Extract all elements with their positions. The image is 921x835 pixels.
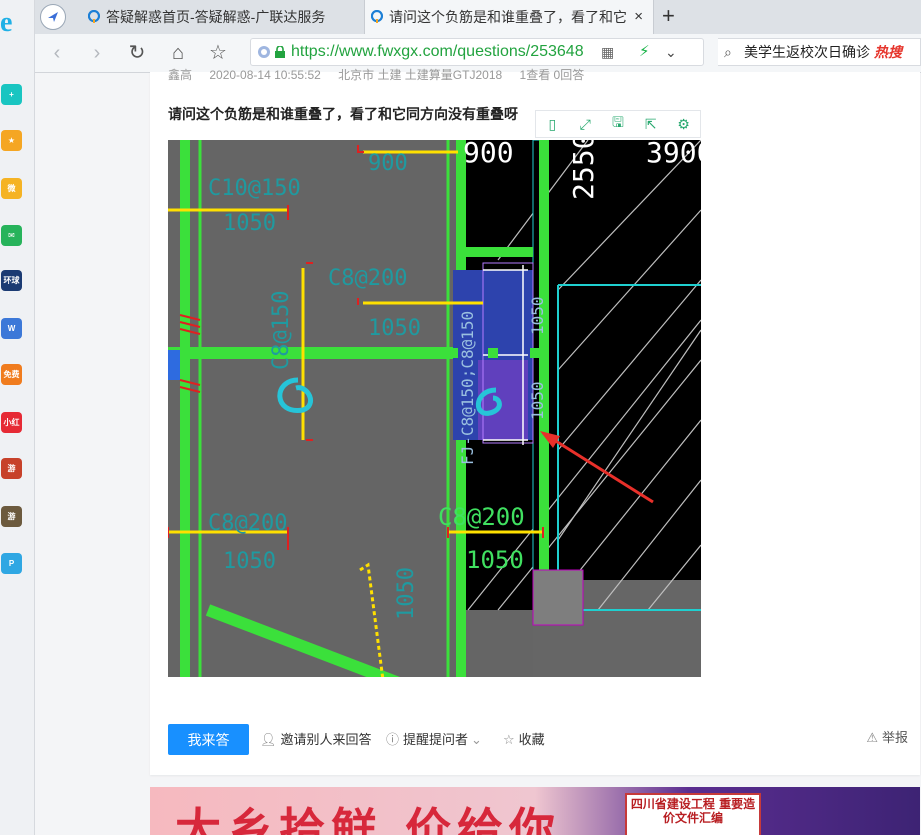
free-novel-icon[interactable]: 免费小说 xyxy=(1,364,22,385)
tab-question[interactable]: 请问这个负筋是和谁重叠了，看了和它同方向没有重叠呀 × xyxy=(364,0,654,34)
url-text: https://www.fwxgx.com/questions/253648 xyxy=(291,43,584,60)
p-app-icon[interactable]: P xyxy=(1,553,22,574)
health-app-icon[interactable]: + xyxy=(1,84,22,105)
home-icon[interactable]: ⌂ xyxy=(165,40,191,66)
share-icon[interactable]: ⇱ xyxy=(634,111,667,137)
search-suggestion: 美学生返校次日确诊 xyxy=(744,44,870,60)
new-tab-button[interactable]: + xyxy=(662,0,675,34)
banner-text: 大乡拾鲜 价给你 xyxy=(175,803,562,835)
cad-label: C8@200 xyxy=(438,503,525,531)
cad-label: 1050 xyxy=(223,549,276,574)
collect-link[interactable]: ☆ 收藏 xyxy=(503,724,545,756)
promo-banner[interactable]: 大乡拾鲜 价给你 四川省建设工程 重要造价文件汇编 xyxy=(150,787,920,835)
report-link[interactable]: ⚠ 举报 xyxy=(866,722,908,754)
chevron-down-icon: ⌄ xyxy=(471,732,482,747)
view-original-icon[interactable]: ▯ xyxy=(536,111,569,137)
search-icon: ⌕ xyxy=(724,44,732,60)
cad-label: C10@150 xyxy=(208,176,301,201)
tab-title: 答疑解惑首页-答疑解惑-广联达服务 xyxy=(106,9,326,25)
question-meta: 鑫高 2020-08-14 10:55:52 北京市 土建 土建算量GTJ201… xyxy=(168,66,598,83)
docs-icon[interactable]: W xyxy=(1,318,22,339)
cad-label: 1050 xyxy=(528,381,547,420)
tab-bar: 答疑解惑首页-答疑解惑-广联达服务 请问这个负筋是和谁重叠了，看了和它同方向没有… xyxy=(0,0,921,35)
book-cover: 四川省建设工程 重要造价文件汇编 xyxy=(625,793,761,835)
fast-mode-icon[interactable]: ⚡ xyxy=(639,39,650,65)
back-arrow-icon[interactable]: ‹ xyxy=(44,40,70,66)
hot-search-badge: 热搜 xyxy=(874,44,902,60)
cad-label: 1050 xyxy=(368,316,421,341)
site-favicon xyxy=(88,10,100,23)
cad-label: 900 xyxy=(368,151,408,176)
mail-icon[interactable]: ✉ xyxy=(1,225,22,246)
save-image-icon[interactable]: 🖫 xyxy=(602,111,635,137)
tab-answers-home[interactable]: 答疑解惑首页-答疑解惑-广联达服务 xyxy=(82,0,364,34)
lock-icon xyxy=(275,46,285,58)
remind-asker-link[interactable]: ⓘ 提醒提问者 ⌄ xyxy=(386,724,482,756)
globe-app-icon[interactable]: 环球网校 xyxy=(1,270,22,291)
book-title: 四川省建设工程 重要造价文件汇编 xyxy=(630,797,756,825)
game-icon-2[interactable]: 游 xyxy=(1,506,22,527)
invite-answer-link[interactable]: 👤︎ 邀请别人来回答 xyxy=(260,724,372,756)
favorites-icon[interactable]: ★ xyxy=(1,130,22,151)
cad-label: 900 xyxy=(463,140,514,169)
navigation-compass-icon[interactable] xyxy=(40,4,66,30)
cad-label: 1050 xyxy=(223,211,276,236)
bookmark-star-icon[interactable]: ☆ xyxy=(205,40,231,66)
close-tab-icon[interactable]: × xyxy=(634,0,643,34)
info-circle-icon: ⓘ xyxy=(386,732,400,747)
cad-label: 3900 xyxy=(646,140,701,169)
image-toolbar: ▯ ⤢ 🖫 ⇱ ⚙ xyxy=(535,110,701,138)
browser-logo-icon[interactable]: e xyxy=(0,9,26,37)
fullscreen-icon[interactable]: ⤢ xyxy=(569,111,602,137)
author-name[interactable]: 鑫高 xyxy=(168,68,192,82)
person-icon: 👤︎ xyxy=(260,732,277,747)
post-time: 2020-08-14 10:55:52 xyxy=(209,68,321,82)
tab-title: 请问这个负筋是和谁重叠了，看了和它同方向没有重叠呀 xyxy=(389,9,627,25)
question-card: 鑫高 2020-08-14 10:55:52 北京市 土建 土建算量GTJ201… xyxy=(150,68,920,775)
cad-label: C8@200 xyxy=(328,266,407,291)
browser-sidebar: e +★微✉环球网校W免费小说小红书游游P xyxy=(0,0,35,835)
warning-icon: ⚠ xyxy=(866,730,878,745)
cad-label: 1050 xyxy=(466,546,524,574)
view-count: 1查看 0回答 xyxy=(519,68,585,82)
question-title: 请问这个负筋是和谁重叠了，看了和它同方向没有重叠呀 xyxy=(168,106,518,122)
search-box[interactable]: ⌕ 美学生返校次日确诊 热搜 xyxy=(718,38,921,66)
site-info-icon[interactable] xyxy=(257,45,271,59)
url-field[interactable]: https://www.fwxgx.com/questions/253648 ▦… xyxy=(250,38,704,66)
cad-label: 1050 xyxy=(394,567,419,620)
weibo-icon[interactable]: 微 xyxy=(1,178,22,199)
qr-code-icon[interactable]: ▦ xyxy=(601,39,614,65)
star-outline-icon: ☆ xyxy=(503,732,515,747)
cad-label: C8@150 xyxy=(269,291,294,370)
settings-gear-icon[interactable]: ⚙ xyxy=(667,111,700,137)
site-favicon xyxy=(371,10,383,23)
post-tags: 北京市 土建 土建算量GTJ2018 xyxy=(338,68,503,82)
cad-label: C8@200 xyxy=(208,511,287,536)
cad-label: 1050 xyxy=(528,296,547,335)
answer-button[interactable]: 我来答 xyxy=(168,724,249,755)
chevron-down-icon[interactable]: ⌄ xyxy=(665,39,677,65)
action-bar: 我来答 👤︎ 邀请别人来回答 ⓘ 提醒提问者 ⌄ ☆ 收藏 ⚠ 举报 xyxy=(168,724,908,756)
cad-label: 2550 xyxy=(567,140,600,200)
refresh-icon[interactable]: ↻ xyxy=(124,40,150,66)
game-icon-1[interactable]: 游 xyxy=(1,458,22,479)
question-image[interactable]: C10@150 1050 C8@200 1050 C8@200 1050 900… xyxy=(168,140,701,677)
forward-arrow-icon[interactable]: › xyxy=(84,40,110,66)
cad-label: FJ-C8@150;C8@150 xyxy=(458,311,477,465)
red-book-icon[interactable]: 小红书 xyxy=(1,412,22,433)
